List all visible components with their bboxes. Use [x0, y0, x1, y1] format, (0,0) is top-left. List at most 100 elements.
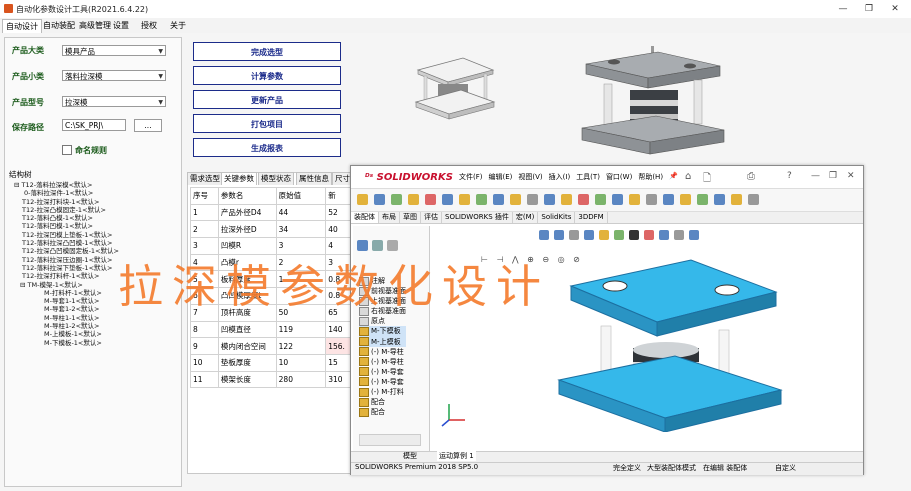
- browse-button[interactable]: ...: [134, 119, 162, 132]
- sw-tab-sketch[interactable]: 草图: [400, 212, 421, 223]
- menu-settings[interactable]: 设置: [110, 19, 132, 32]
- sw-close-button[interactable]: ✕: [847, 171, 855, 181]
- sw-menu-insert[interactable]: 插入(I): [549, 172, 571, 182]
- toolbar-tool-icon[interactable]: [595, 194, 606, 205]
- feature-tree-scrollbar[interactable]: [359, 434, 421, 446]
- view-tool-icon[interactable]: [674, 230, 684, 240]
- sw-menu-view[interactable]: 视图(V): [518, 172, 542, 182]
- tree-item[interactable]: M-导柱1-1<默认>: [44, 314, 119, 322]
- toolbar-tool-icon[interactable]: [391, 194, 402, 205]
- toolbar-tool-icon[interactable]: [527, 194, 538, 205]
- feature-tree-item[interactable]: 原点: [359, 316, 406, 326]
- maximize-button[interactable]: ❐: [856, 2, 882, 16]
- sw-tab-3ddfm[interactable]: 3DDFM: [575, 212, 608, 223]
- table-row[interactable]: 2 拉深外径D 34 40: [190, 220, 358, 239]
- tab-model[interactable]: 模型: [403, 451, 417, 461]
- tree-item[interactable]: M-上模板-1<默认>: [44, 330, 119, 338]
- menu-license[interactable]: 授权: [138, 19, 160, 32]
- toolbar-tool-icon[interactable]: [646, 194, 657, 205]
- tree-item[interactable]: M-打料杆-1<默认>: [44, 289, 119, 297]
- update-product-button[interactable]: 更新产品: [193, 90, 341, 109]
- print-icon[interactable]: ⎙: [747, 171, 755, 182]
- tree-item[interactable]: M-下模板-1<默认>: [44, 339, 119, 347]
- toolbar-tool-icon[interactable]: [425, 194, 436, 205]
- feature-tree-item[interactable]: 配合: [359, 397, 406, 407]
- toolbar-tool-icon[interactable]: [663, 194, 674, 205]
- table-row[interactable]: 1 产品外径D4 44 52: [190, 203, 358, 222]
- home-icon[interactable]: ⌂: [685, 171, 691, 182]
- toolbar-tool-icon[interactable]: [697, 194, 708, 205]
- sw-menu-tools[interactable]: 工具(T): [576, 172, 600, 182]
- tab-motion-study[interactable]: 运动算例 1: [437, 451, 476, 461]
- toolbar-tool-icon[interactable]: [714, 194, 725, 205]
- view-tool-icon[interactable]: [629, 230, 639, 240]
- toolbar-tool-icon[interactable]: [442, 194, 453, 205]
- sw-tab-solidkits[interactable]: SolidKits: [538, 212, 576, 223]
- minimize-button[interactable]: —: [830, 2, 856, 16]
- view-tool-icon[interactable]: [599, 230, 609, 240]
- sw-menu-window[interactable]: 窗口(W): [606, 172, 632, 182]
- sw-menu-help[interactable]: 帮助(H): [638, 172, 663, 182]
- model-select[interactable]: 拉深模 ▼: [62, 96, 166, 107]
- tree-item[interactable]: M-导套1-2<默认>: [44, 305, 119, 313]
- tree-item[interactable]: ⊟ TM-模架-1<默认>: [20, 281, 119, 289]
- sw-minimize-button[interactable]: —: [811, 171, 820, 181]
- generate-report-button[interactable]: 生成报表: [193, 138, 341, 157]
- tab-key-params[interactable]: 关键参数: [221, 172, 257, 185]
- toolbar-tool-icon[interactable]: [476, 194, 487, 205]
- menu-about[interactable]: 关于: [167, 19, 189, 32]
- tree-item[interactable]: T12-拉深凹模上垫板-1<默认>: [22, 231, 119, 239]
- toolbar-tool-icon[interactable]: [680, 194, 691, 205]
- sw-menu-edit[interactable]: 编辑(E): [489, 172, 513, 182]
- feature-tree-item[interactable]: 配合: [359, 407, 406, 417]
- feature-tree-item[interactable]: M-上模板: [359, 336, 406, 347]
- toolbar-tool-icon[interactable]: [612, 194, 623, 205]
- feature-tree-item[interactable]: (-) M-导套: [359, 367, 406, 377]
- table-row[interactable]: 10 垫板厚度 10 15: [190, 353, 358, 372]
- toolbar-tool-icon[interactable]: [544, 194, 555, 205]
- menu-auto-design[interactable]: 自动设计: [2, 19, 42, 33]
- category-select[interactable]: 模具产品 ▼: [62, 45, 166, 56]
- tab-attributes[interactable]: 属性信息: [296, 172, 332, 185]
- tab-requirements[interactable]: 需求选型: [187, 172, 223, 185]
- feature-tree-item[interactable]: (-) M-导套: [359, 377, 406, 387]
- toolbar-tool-icon[interactable]: [731, 194, 742, 205]
- view-tool-icon[interactable]: [659, 230, 669, 240]
- toolbar-tool-icon[interactable]: [561, 194, 572, 205]
- sw-status-custom[interactable]: 自定义: [775, 463, 796, 473]
- save-path-input[interactable]: C:\SK_PRJ\: [62, 119, 126, 131]
- tree-item[interactable]: 0-落料拉深件-1<默认>: [24, 189, 119, 197]
- sw-tab-macro[interactable]: 宏(M): [513, 212, 539, 223]
- close-button[interactable]: ✕: [882, 2, 908, 16]
- pin-icon[interactable]: 📌: [669, 172, 678, 182]
- feature-tree-item[interactable]: M-下模板: [359, 326, 406, 337]
- table-row[interactable]: 11 模架长度 280 310: [190, 370, 358, 389]
- sw-restore-button[interactable]: ❐: [829, 171, 837, 181]
- tree-item[interactable]: T12-拉深凸凹模固定板-1<默认>: [22, 247, 119, 255]
- view-tool-icon[interactable]: [614, 230, 624, 240]
- view-tool-icon[interactable]: [554, 230, 564, 240]
- naming-rule-checkbox[interactable]: [62, 145, 72, 155]
- toolbar-tool-icon[interactable]: [578, 194, 589, 205]
- view-tool-icon[interactable]: [584, 230, 594, 240]
- toolbar-tool-icon[interactable]: [357, 194, 368, 205]
- tab-model-status[interactable]: 模型状态: [258, 172, 294, 185]
- toolbar-tool-icon[interactable]: [459, 194, 470, 205]
- menu-advanced[interactable]: 高级管理: [76, 19, 114, 32]
- subcategory-select[interactable]: 落料拉深模 ▼: [62, 70, 166, 81]
- calculate-params-button[interactable]: 计算参数: [193, 66, 341, 85]
- feature-tree-item[interactable]: (-) M-打料: [359, 387, 406, 397]
- toolbar-tool-icon[interactable]: [629, 194, 640, 205]
- tree-item[interactable]: T12-拉深凸模固定-1<默认>: [22, 206, 119, 214]
- feature-tree-item[interactable]: (-) M-导柱: [359, 347, 406, 357]
- table-row[interactable]: 8 凹模直径 119 140: [190, 320, 358, 339]
- sw-tab-assembly[interactable]: 装配体: [351, 212, 379, 223]
- toolbar-tool-icon[interactable]: [374, 194, 385, 205]
- view-tool-icon[interactable]: [539, 230, 549, 240]
- toolbar-tool-icon[interactable]: [510, 194, 521, 205]
- pack-project-button[interactable]: 打包项目: [193, 114, 341, 133]
- toolbar-tool-icon[interactable]: [408, 194, 419, 205]
- sw-tab-addins[interactable]: SOLIDWORKS 插件: [442, 212, 513, 223]
- toolbar-tool-icon[interactable]: [748, 194, 759, 205]
- help-icon[interactable]: ?: [787, 171, 792, 181]
